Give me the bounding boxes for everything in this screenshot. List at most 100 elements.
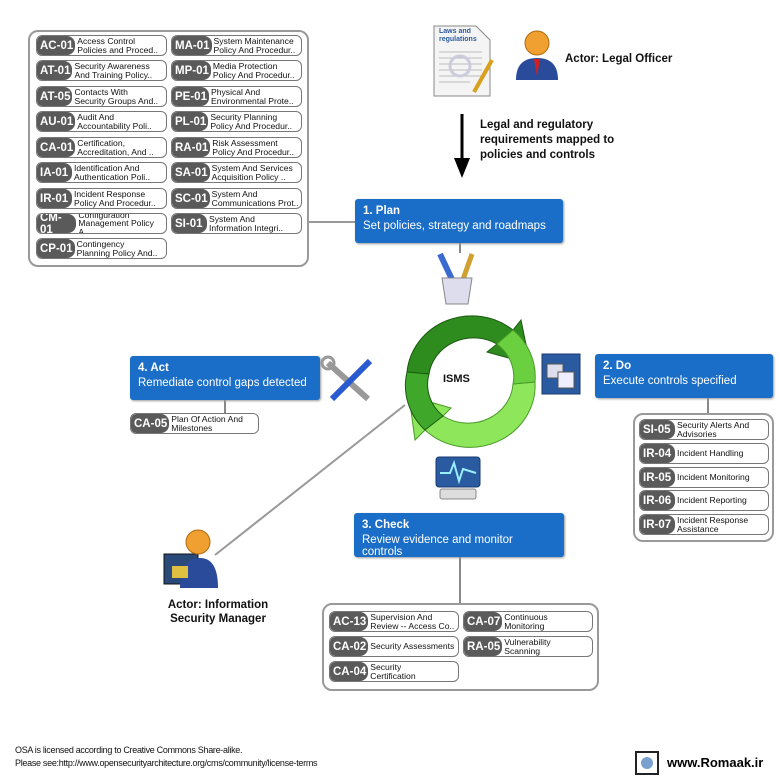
control-item[interactable]: CA-07 Continuous Monitoring <box>463 611 593 632</box>
control-description: Access Control Policies and Proced.. <box>77 35 158 55</box>
control-code: MA-01 <box>172 36 212 55</box>
isms-cycle-icon <box>404 315 536 448</box>
phase-subtitle: Remediate control gaps detected <box>138 377 307 389</box>
control-item[interactable]: AU-01 Audit And Accountability Poli.. <box>36 111 167 132</box>
control-item[interactable]: PE-01 Physical And Environmental Prote.. <box>171 86 302 107</box>
control-description: Incident Response Assistance <box>677 514 749 534</box>
control-code: IR-01 <box>37 189 72 208</box>
control-code: CA-07 <box>464 612 503 631</box>
control-description: Security Planning Policy And Procedur.. <box>210 111 293 131</box>
control-description: Physical And Environmental Prote.. <box>210 86 294 106</box>
control-code: IR-07 <box>640 515 675 534</box>
control-code: AT-01 <box>37 61 73 80</box>
control-description: Incident Response Policy And Procedur.. <box>74 188 156 208</box>
control-code: IR-04 <box>640 444 675 463</box>
control-code: AC-01 <box>37 36 76 55</box>
control-description: Incident Monitoring <box>677 472 750 483</box>
control-description: Incident Handling <box>677 448 744 459</box>
control-description: Plan Of Action And Milestones <box>171 413 243 433</box>
romaak-logo-icon <box>635 751 659 775</box>
control-item[interactable]: CA-02 Security Assessments <box>329 636 459 657</box>
control-code: CA-05 <box>131 414 170 433</box>
control-description: Audit And Accountability Poli.. <box>77 111 152 131</box>
control-description: Vulnerability Scanning <box>504 636 551 656</box>
phase-title: 4. Act <box>138 362 169 374</box>
pencil-cup-icon <box>437 252 475 305</box>
control-description: Supervision And Review -- Access Co.. <box>370 611 455 631</box>
control-item[interactable]: IA-01 Identification And Authentication P… <box>36 162 167 183</box>
arrow-down-icon <box>454 114 470 178</box>
laws-document-label: Laws and regulations <box>439 28 477 43</box>
control-item[interactable]: IR-07 Incident Response Assistance <box>639 514 769 535</box>
control-code: MP-01 <box>172 61 211 80</box>
control-item[interactable]: CA-01 Certification, Accreditation, And .… <box>36 137 167 158</box>
control-item[interactable]: IR-06 Incident Reporting <box>639 490 769 511</box>
phase-subtitle: Set policies, strategy and roadmaps <box>363 220 546 232</box>
tools-icon <box>320 355 373 402</box>
license-link[interactable]: Please see:http://www.opensecurityarchit… <box>15 758 318 768</box>
control-description: Risk Assessment Policy And Procedur.. <box>212 137 294 157</box>
window-icon <box>541 353 581 395</box>
security-manager-avatar <box>163 529 218 588</box>
control-item[interactable]: SA-01 System And Services Acquisition Pol… <box>171 162 302 183</box>
control-item[interactable]: PL-01 Security Planning Policy And Proced… <box>171 111 302 132</box>
control-item[interactable]: CM-01 Configuration Management Policy A.. <box>36 213 167 234</box>
control-description: Security Assessments <box>370 641 455 652</box>
license-text: OSA is licensed according to Creative Co… <box>15 745 243 755</box>
control-description: Configuration Management Policy A.. <box>78 213 154 234</box>
phase-title: 2. Do <box>603 360 632 372</box>
control-description: Contingency Planning Policy And.. <box>76 238 158 258</box>
phase-do[interactable]: 2. Do Execute controls specified <box>595 354 773 398</box>
control-description: Continuous Monitoring <box>504 611 548 631</box>
site-link[interactable]: www.Romaak.ir <box>667 755 763 770</box>
control-code: IA-01 <box>37 163 72 182</box>
control-description: Incident Reporting <box>677 495 747 506</box>
control-code: RA-05 <box>464 637 503 656</box>
control-code: IR-06 <box>640 491 675 510</box>
legal-arrow-text: Legal and regulatory requirements mapped… <box>480 119 615 161</box>
control-description: Contacts With Security Groups And.. <box>74 86 159 106</box>
control-code: CA-04 <box>330 662 369 681</box>
control-description: System And Services Acquisition Policy .… <box>211 162 293 182</box>
control-item[interactable]: AC-13 Supervision And Review -- Access Co… <box>329 611 459 632</box>
control-code: CA-01 <box>37 138 76 157</box>
control-item[interactable]: MP-01 Media Protection Policy And Procedu… <box>171 60 302 81</box>
control-code: SA-01 <box>172 163 210 182</box>
control-description: System And Information Integri.. <box>209 213 284 233</box>
control-item[interactable]: SI-05 Security Alerts And Advisories <box>639 419 769 440</box>
phase-act[interactable]: 4. Act Remediate control gaps detected <box>130 356 320 400</box>
control-item[interactable]: IR-05 Incident Monitoring <box>639 467 769 488</box>
control-item[interactable]: AT-05 Contacts With Security Groups And.. <box>36 86 167 107</box>
control-code: AU-01 <box>37 112 76 131</box>
phase-title: 3. Check <box>362 519 410 531</box>
control-code: CP-01 <box>37 239 75 258</box>
phase-check[interactable]: 3. Check Review evidence and monitor cont… <box>354 513 564 558</box>
monitor-icon <box>435 456 481 500</box>
control-item[interactable]: CP-01 Contingency Planning Policy And.. <box>36 238 167 259</box>
control-item[interactable]: IR-04 Incident Handling <box>639 443 769 464</box>
control-item[interactable]: SI-01 System And Information Integri.. <box>171 213 302 234</box>
control-code: RA-01 <box>172 138 211 157</box>
control-description: Identification And Authentication Poli.. <box>74 162 150 182</box>
control-item[interactable]: AC-01 Access Control Policies and Proced.… <box>36 35 167 56</box>
legal-officer-avatar <box>516 30 558 80</box>
control-code: SI-05 <box>640 420 675 439</box>
control-item[interactable]: AT-01 Security Awareness And Training Pol… <box>36 60 167 81</box>
manager-actor-label: Actor: Information Security Manager <box>167 599 269 625</box>
control-item[interactable]: RA-01 Risk Assessment Policy And Procedur… <box>171 137 302 158</box>
phase-plan[interactable]: 1. Plan Set policies, strategy and roadma… <box>355 199 563 243</box>
control-item[interactable]: IR-01 Incident Response Policy And Proced… <box>36 188 167 209</box>
control-description: Security Awareness And Training Policy.. <box>74 60 153 80</box>
control-item[interactable]: CA-05 Plan Of Action And Milestones <box>130 413 259 434</box>
control-code: IR-05 <box>640 468 675 487</box>
control-item[interactable]: SC-01 System And Communications Prot.. <box>171 188 302 209</box>
control-item[interactable]: MA-01 System Maintenance Policy And Proce… <box>171 35 302 56</box>
control-code: SC-01 <box>172 189 210 208</box>
control-code: PE-01 <box>172 87 209 106</box>
control-description: System And Communications Prot.. <box>211 188 299 208</box>
control-code: CA-02 <box>330 637 369 656</box>
control-code: CM-01 <box>37 214 77 233</box>
phase-subtitle: Review evidence and monitor controls <box>362 534 513 558</box>
control-item[interactable]: CA-04 Security Certification <box>329 661 459 682</box>
control-item[interactable]: RA-05 Vulnerability Scanning <box>463 636 593 657</box>
